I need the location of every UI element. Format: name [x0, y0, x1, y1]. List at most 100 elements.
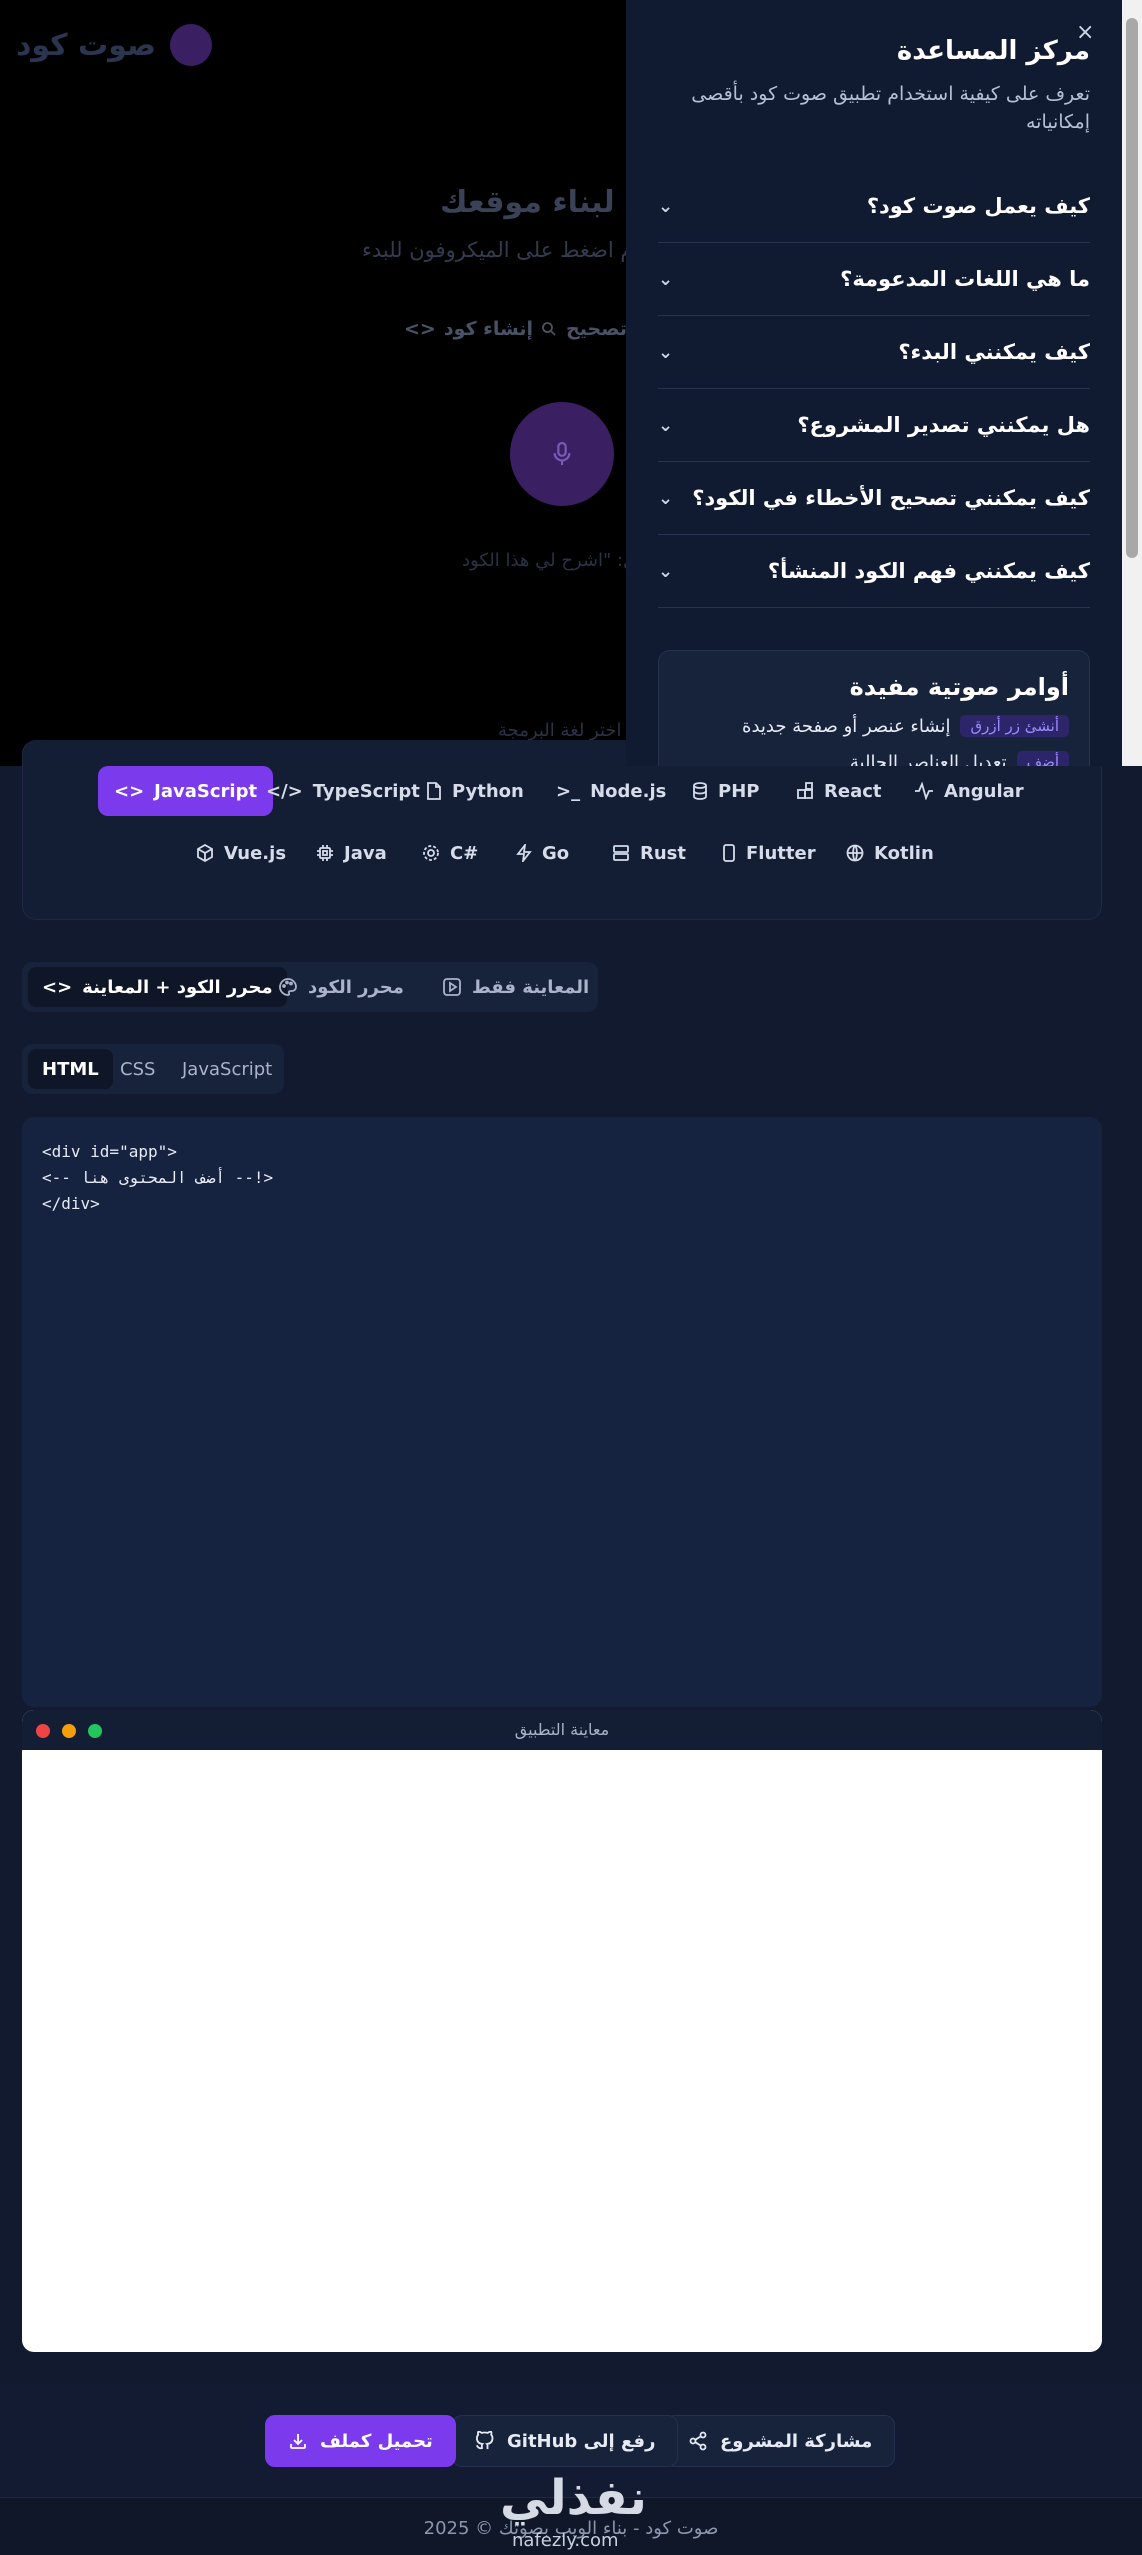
language-chip-nodejs[interactable]: >_ Node.js: [556, 766, 666, 816]
faq-item[interactable]: كيف يعمل صوت كود؟ ⌄: [658, 170, 1090, 243]
microphone-icon: [553, 441, 571, 465]
code-slash-icon: </>: [266, 780, 303, 802]
fix-label: تصحيح: [566, 318, 627, 340]
chip-label: PHP: [718, 780, 760, 802]
voice-command-tag: أضف: [1016, 751, 1069, 766]
language-chip-java[interactable]: Java: [316, 828, 387, 878]
help-title: مركز المساعدة: [896, 36, 1090, 66]
voice-command-text: إنشاء عنصر أو صفحة جديدة: [742, 715, 951, 737]
tab-html[interactable]: HTML: [28, 1049, 113, 1089]
github-upload-button[interactable]: رفع إلى GitHub: [452, 2415, 679, 2467]
faq-item[interactable]: ما هي اللغات المدعومة؟ ⌄: [658, 243, 1090, 316]
language-chip-csharp[interactable]: C#: [422, 828, 478, 878]
voice-command-row: أنشئ زر أزرق إنشاء عنصر أو صفحة جديدة: [679, 715, 1069, 737]
smartphone-icon: [723, 844, 735, 862]
chip-label: Flutter: [746, 842, 816, 864]
language-chip-react[interactable]: React: [796, 766, 882, 816]
search-icon: [542, 322, 556, 336]
faq-item[interactable]: كيف يمكنني البدء؟ ⌄: [658, 316, 1090, 389]
app-preview: معاينة التطبيق: [22, 1710, 1102, 2352]
tab-label: محرر الكود: [308, 976, 404, 998]
microphone-button[interactable]: [510, 402, 614, 506]
tab-code-editor[interactable]: محرر الكود: [264, 967, 418, 1007]
database-icon: [693, 782, 707, 800]
voice-command-row: أضف تعديل العناصر الحالية: [679, 751, 1069, 766]
chip-label: Vue.js: [224, 842, 287, 864]
globe-icon: [846, 844, 864, 862]
brand-name: صوت كود: [15, 27, 156, 63]
chip-label: Rust: [640, 842, 686, 864]
faq-question: كيف يمكنني البدء؟: [898, 340, 1090, 364]
chevron-down-icon: ⌄: [658, 195, 674, 217]
code-icon: <>: [42, 976, 73, 998]
language-chip-go[interactable]: Go: [516, 828, 569, 878]
language-chip-php[interactable]: PHP: [692, 766, 759, 816]
chip-label: Python: [452, 780, 524, 802]
box-icon: [197, 844, 213, 862]
help-subtitle: تعرف على كيفية استخدام تطبيق صوت كود بأق…: [691, 83, 1090, 133]
chip-label: React: [824, 780, 882, 802]
zap-icon: [516, 844, 532, 862]
chevron-down-icon: ⌄: [658, 487, 674, 509]
chevron-down-icon: ⌄: [658, 268, 674, 290]
brand[interactable]: صوت كود: [16, 24, 212, 66]
blocks-icon: [797, 782, 813, 799]
terminal-icon: >_: [556, 780, 581, 802]
faq-question: كيف يمكنني فهم الكود المنشأ؟: [767, 559, 1090, 583]
chip-label: C#: [450, 842, 479, 864]
chip-label: TypeScript: [312, 780, 420, 802]
share-icon: [689, 2431, 707, 2451]
hero-title: ث لبناء موقعك: [440, 185, 656, 220]
faq-item[interactable]: هل يمكنني تصدير المشروع؟ ⌄: [658, 389, 1090, 462]
voice-command-text: تعديل العناصر الحالية: [849, 751, 1007, 767]
close-icon[interactable]: ×: [1076, 20, 1094, 45]
language-chip-flutter[interactable]: Flutter: [722, 828, 816, 878]
play-square-icon: [443, 978, 461, 996]
chip-label: Angular: [944, 780, 1024, 802]
chip-label: Go: [542, 842, 570, 864]
language-chip-javascript[interactable]: <> JavaScript: [98, 766, 274, 816]
cog-icon: [423, 845, 439, 861]
download-file-button[interactable]: تحميل كملف: [265, 2415, 456, 2467]
voice-command-tag: أنشئ زر أزرق: [960, 715, 1069, 737]
code-icon: <>: [404, 318, 436, 340]
faq-question: هل يمكنني تصدير المشروع؟: [797, 413, 1090, 437]
faq-question: كيف يعمل صوت كود؟: [866, 194, 1090, 218]
create-code-label: إنشاء كود: [443, 318, 533, 340]
code-line: <!-- أضف المحتوى هنا -->: [42, 1168, 293, 1187]
server-icon: [613, 845, 629, 861]
language-chip-typescript[interactable]: </> TypeScript: [266, 766, 420, 816]
github-icon: [475, 2431, 494, 2450]
faq-item[interactable]: كيف يمكنني فهم الكود المنشأ؟ ⌄: [658, 535, 1090, 608]
tab-label: محرر الكود + المعاينة: [82, 976, 273, 998]
chip-label: Node.js: [590, 780, 667, 802]
file-code-icon: [427, 782, 441, 800]
language-chip-rust[interactable]: Rust: [612, 828, 686, 878]
tab-preview-only[interactable]: المعاينة فقط: [428, 967, 603, 1007]
chip-label: Kotlin: [874, 842, 934, 864]
code-icon: <>: [114, 780, 145, 802]
preview-title: معاينة التطبيق: [514, 1720, 610, 1739]
tab-javascript[interactable]: JavaScript: [168, 1049, 286, 1089]
drawer-scrollbar-thumb[interactable]: [1126, 18, 1138, 558]
language-chip-angular[interactable]: Angular: [914, 766, 1024, 816]
button-label: مشاركة المشروع: [720, 2430, 873, 2452]
download-icon: [290, 2434, 306, 2449]
faq-item[interactable]: كيف يمكنني تصحيح الأخطاء في الكود؟ ⌄: [658, 462, 1090, 535]
language-hint: اختر لغة البرمجة: [498, 720, 622, 741]
share-project-button[interactable]: مشاركة المشروع: [665, 2415, 896, 2467]
language-chip-python[interactable]: Python: [426, 766, 524, 816]
create-code-mode-button[interactable]: إنشاء كود <>: [404, 312, 533, 346]
tab-css[interactable]: CSS: [106, 1049, 169, 1089]
palette-icon: [279, 978, 297, 996]
language-chip-kotlin[interactable]: Kotlin: [846, 828, 934, 878]
help-drawer: مركز المساعدة تعرف على كيفية استخدام تطب…: [626, 0, 1122, 766]
tab-code-and-preview[interactable]: محرر الكود + المعاينة <>: [28, 967, 287, 1007]
fix-mode-button[interactable]: تصحيح: [540, 312, 627, 346]
watermark-logo: نفذلي: [500, 2470, 647, 2526]
button-label: رفع إلى GitHub: [507, 2430, 656, 2452]
activity-icon: [915, 782, 933, 800]
language-chip-vuejs[interactable]: Vue.js: [196, 828, 286, 878]
faq-question: كيف يمكنني تصحيح الأخطاء في الكود؟: [692, 486, 1090, 510]
code-editor[interactable]: <div id="app"> <!-- أضف المحتوى هنا --> …: [22, 1117, 1102, 1707]
